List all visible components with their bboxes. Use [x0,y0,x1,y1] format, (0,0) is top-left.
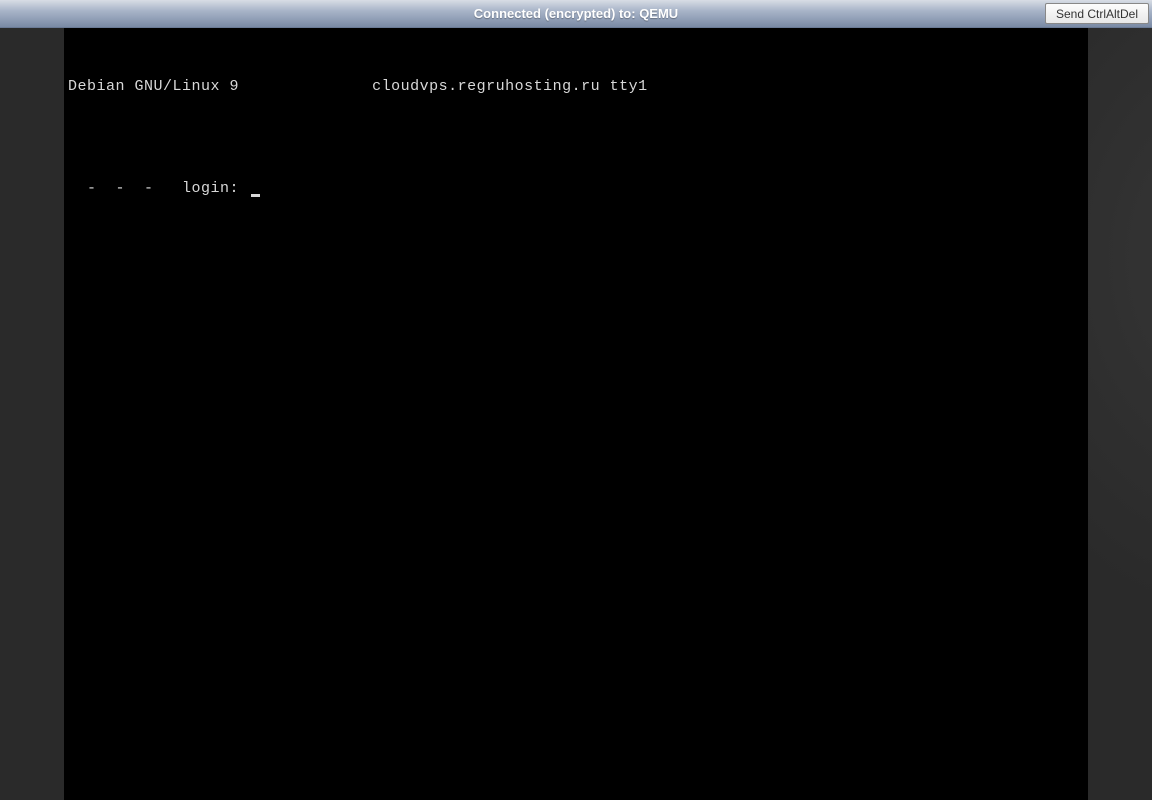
os-banner: Debian GNU/Linux 9 [68,78,239,95]
vnc-top-bar: Connected (encrypted) to: QEMU Send Ctrl… [0,0,1152,28]
host-banner: cloudvps.regruhosting.ru tty1 [372,78,648,95]
cursor-icon [251,194,260,197]
terminal-blank-line [68,130,1084,148]
connection-status: Connected (encrypted) to: QEMU [474,6,678,21]
send-ctrlaltdel-button[interactable]: Send CtrlAltDel [1045,3,1149,24]
terminal-screen[interactable]: Debian GNU/Linux 9 cloudvps.regruhosting… [64,28,1088,800]
terminal-login-line: - - - login: [68,181,1084,199]
login-prompt: - - - login: [68,180,249,197]
terminal-content: Debian GNU/Linux 9 cloudvps.regruhosting… [64,28,1088,236]
terminal-banner-line: Debian GNU/Linux 9 cloudvps.regruhosting… [68,79,1084,97]
